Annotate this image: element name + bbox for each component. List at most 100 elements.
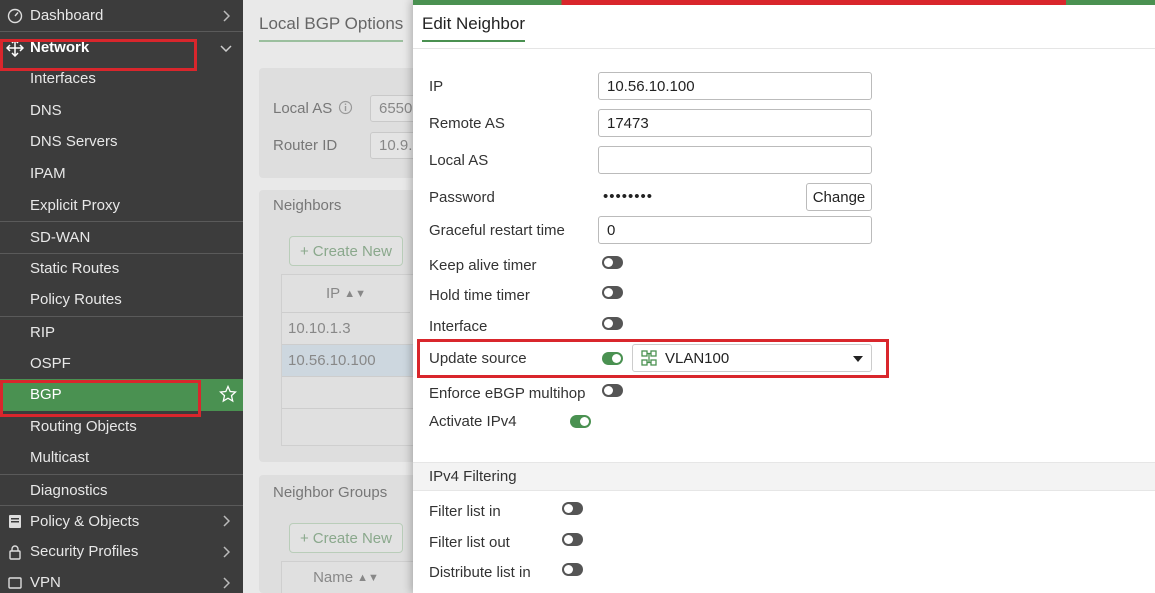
tab-local-bgp-options[interactable]: Local BGP Options [259,14,404,42]
sidebar-item-dns[interactable]: DNS [0,95,243,127]
nav-security-profiles-label: Security Profiles [30,543,139,561]
sidebar-item-label: DNS [30,101,62,119]
ebgp-multihop-label: Enforce eBGP multihop [429,385,586,402]
interface-icon [641,350,657,366]
sidebar-item-static-routes[interactable]: Static Routes [0,252,243,285]
sidebar-item-label: Multicast [30,449,90,467]
nav-security-profiles[interactable]: Security Profiles [0,536,243,567]
graceful-restart-input[interactable] [598,216,872,244]
row-ip: 10.56.10.100 [288,352,376,369]
holdtime-toggle[interactable] [602,286,623,299]
network-icon [6,38,24,57]
chevron-down-icon [219,44,233,52]
ebgp-multihop-toggle[interactable] [602,384,623,397]
update-source-label: Update source [429,350,527,367]
nav-network-label: Network [30,39,90,56]
sidebar-item-diagnostics[interactable]: Diagnostics [0,473,243,506]
plus-icon: + [300,242,309,260]
ipv4-filtering-header: IPv4 Filtering [413,462,1155,491]
sidebar-item-label: DNS Servers [30,133,118,151]
sidebar-item-multicast[interactable]: Multicast [0,442,243,474]
local-as-input[interactable] [598,146,872,174]
nav-vpn[interactable]: VPN [0,567,243,593]
chevron-right-icon [219,515,233,527]
sidebar-item-label: OSPF [30,354,71,372]
sidebar-item-ipam[interactable]: IPAM [0,158,243,190]
sidebar-item-label: Policy Routes [30,291,122,309]
sidebar-item-label: RIP [30,323,56,341]
filter-list-out-toggle[interactable] [562,533,583,546]
sidebar: Dashboard Network Interfaces DNS DNS Ser… [0,0,243,593]
activate-ipv4-label: Activate IPv4 [429,413,517,430]
sort-icon: ▲▼ [344,287,366,300]
create-new-neighbor-button[interactable]: + Create New [289,236,403,266]
change-password-button[interactable]: Change [806,183,872,211]
neighbor-groups-label: Neighbor Groups [273,484,388,501]
sidebar-item-label: Interfaces [30,70,96,88]
nav-vpn-label: VPN [30,574,61,592]
edit-neighbor-dialog: Edit Neighbor IP Remote AS Local AS Pass… [413,0,1155,593]
interface-toggle[interactable] [602,317,623,330]
update-source-toggle[interactable] [602,352,623,365]
nav-policy-objects[interactable]: Policy & Objects [0,505,243,536]
ip-label: IP [429,78,444,95]
password-mask: •••••••• [603,188,654,205]
keepalive-toggle[interactable] [602,256,623,269]
sidebar-item-label: BGP [30,386,62,404]
filter-list-out-label: Filter list out [429,534,510,551]
sidebar-item-label: Routing Objects [30,417,137,435]
caret-down-icon [853,356,863,362]
create-new-label: Create New [312,529,392,547]
policy-icon [6,512,24,530]
update-source-value: VLAN100 [665,349,730,367]
sidebar-item-rip[interactable]: RIP [0,315,243,348]
nav-network[interactable]: Network [0,31,243,63]
remote-as-label: Remote AS [429,115,505,132]
sidebar-item-explicit-proxy[interactable]: Explicit Proxy [0,189,243,221]
chevron-right-icon [219,546,233,558]
sidebar-item-routing-objects[interactable]: Routing Objects [0,411,243,443]
sidebar-item-interfaces[interactable]: Interfaces [0,63,243,95]
nav-dashboard-label: Dashboard [30,7,104,24]
sidebar-item-dns-servers[interactable]: DNS Servers [0,126,243,158]
ip-col-label: IP [326,285,341,302]
sort-icon: ▲▼ [357,571,379,584]
distribute-list-in-label: Distribute list in [429,564,531,581]
plus-icon: + [300,529,309,547]
sidebar-item-label: Static Routes [30,260,120,278]
sidebar-item-label: SD-WAN [30,228,91,246]
activate-ipv4-toggle[interactable] [570,415,591,428]
create-new-group-button[interactable]: + Create New [289,523,403,553]
sidebar-item-label: Diagnostics [30,481,108,499]
sidebar-item-bgp[interactable]: BGP [0,378,243,411]
nav-policy-objects-label: Policy & Objects [30,512,140,530]
sidebar-item-policy-routes[interactable]: Policy Routes [0,284,243,316]
info-icon [338,100,353,119]
row-ip: 10.10.1.3 [288,320,351,337]
sidebar-item-label: Explicit Proxy [30,196,121,214]
interface-label: Interface [429,318,488,335]
filter-list-in-label: Filter list in [429,503,501,520]
neighbors-label: Neighbors [273,197,342,214]
update-source-select[interactable]: VLAN100 [632,344,872,372]
local-as-label: Local AS [429,152,489,169]
remote-as-input[interactable] [598,109,872,137]
lock-icon [6,543,24,561]
sidebar-item-ospf[interactable]: OSPF [0,347,243,379]
router-id-label: Router ID [273,137,338,154]
chevron-right-icon [219,577,233,589]
local-as-label: Local AS [273,100,333,117]
dialog-title: Edit Neighbor [422,14,526,42]
ip-input[interactable] [598,72,872,100]
sidebar-item-label: IPAM [30,165,66,183]
graceful-restart-label: Graceful restart time [429,222,565,239]
sidebar-item-sd-wan[interactable]: SD-WAN [0,220,243,253]
distribute-list-in-toggle[interactable] [562,563,583,576]
password-label: Password [429,189,495,206]
name-column-header[interactable]: Name ▲▼ [282,562,410,593]
ip-column-header[interactable]: IP ▲▼ [282,275,410,313]
keepalive-label: Keep alive timer [429,257,537,274]
nav-dashboard[interactable]: Dashboard [0,0,243,31]
star-icon[interactable] [218,384,238,403]
filter-list-in-toggle[interactable] [562,502,583,515]
